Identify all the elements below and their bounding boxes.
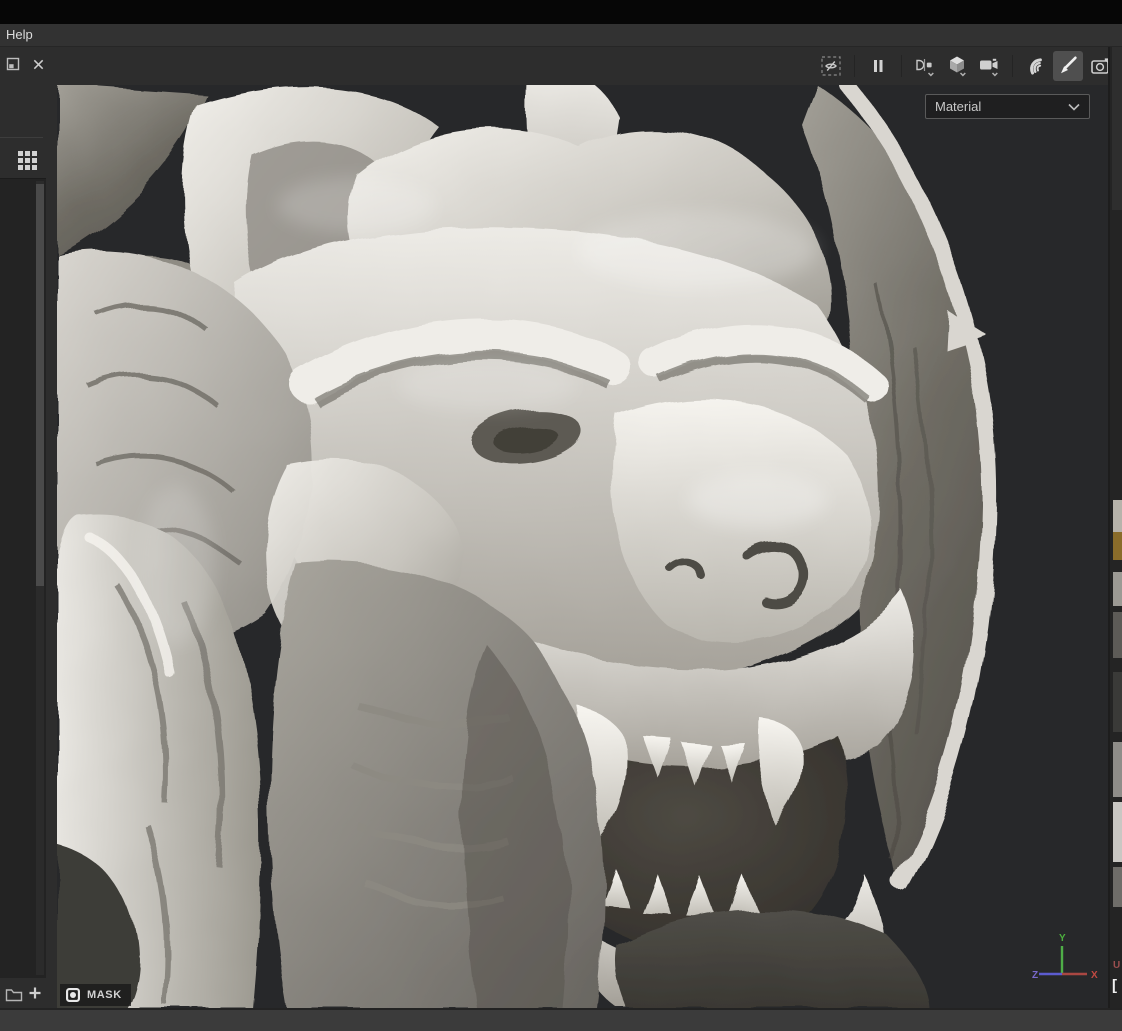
left-dock [0, 47, 57, 1008]
add-layer-icon [29, 987, 41, 999]
title-bar [0, 0, 1122, 24]
add-folder-icon [5, 988, 23, 1001]
paint-brush-icon [1061, 56, 1077, 74]
toolbar-separator [854, 55, 855, 77]
main-toolbar [57, 47, 1122, 85]
gizmo-z-label: Z [1032, 970, 1038, 981]
asset-thumbnail-sliver[interactable] [1113, 742, 1122, 797]
add-layer-button[interactable] [26, 984, 44, 1002]
right-panel-strip: U [ [1108, 47, 1122, 1008]
mask-icon [66, 988, 80, 1002]
asset-thumbnail-sliver[interactable] [1113, 867, 1122, 907]
uv-u-axis-label: U [1113, 960, 1121, 971]
menu-help[interactable]: Help [0, 24, 39, 46]
asset-thumbnail-sliver[interactable] [1113, 532, 1122, 560]
pause-engine-button[interactable] [863, 51, 893, 81]
gizmo-x-label: X [1091, 970, 1098, 981]
paint-brush-tool-button[interactable] [1053, 51, 1083, 81]
asset-thumbnail-sliver[interactable] [1113, 572, 1122, 606]
bottom-dock-bar [0, 1008, 1122, 1031]
viewport-3d[interactable]: Material MASK Y X Z [57, 85, 1108, 1008]
video-camera-icon [980, 58, 998, 77]
gizmo-y-label: Y [1059, 933, 1066, 944]
close-panel-button[interactable] [29, 55, 47, 73]
right-panel-header-sliver [1112, 47, 1122, 210]
camera-projection-dropdown[interactable] [942, 51, 972, 81]
shading-mode-value: Material [935, 99, 982, 114]
particles-tool-button[interactable] [1021, 51, 1051, 81]
mask-badge-label: MASK [87, 989, 122, 1001]
asset-thumbnail-sliver[interactable] [1113, 612, 1122, 658]
eye-off-dashed-icon [821, 56, 841, 76]
particles-swirl-icon [1030, 58, 1042, 75]
grid-view-icon [18, 151, 37, 170]
gargoyle-model-render [57, 85, 1108, 1008]
application-window: Help Material MASK Y X Z U [ [0, 0, 1122, 1031]
isolate-selection-toggle[interactable] [816, 51, 846, 81]
perspective-cube-icon [950, 56, 966, 77]
mask-channel-badge: MASK [60, 984, 131, 1006]
grid-view-button[interactable] [13, 146, 43, 176]
layers-panel [0, 178, 46, 978]
close-icon [33, 59, 43, 69]
layers-scrollbar[interactable] [36, 181, 44, 975]
shading-mode-dropdown[interactable]: Material [925, 94, 1090, 119]
axis-gizmo[interactable]: Y X Z [1032, 930, 1104, 992]
chevron-down-icon [1068, 103, 1080, 111]
dock-divider [0, 137, 43, 138]
view-layout-dropdown[interactable] [910, 51, 940, 81]
asset-thumbnail-sliver[interactable] [1113, 802, 1122, 862]
view-layout-icon [916, 59, 934, 77]
add-folder-button[interactable] [4, 985, 24, 1003]
toolbar-separator [1012, 55, 1013, 77]
toolbar-separator [901, 55, 902, 77]
asset-thumbnail-sliver[interactable] [1113, 672, 1122, 732]
camera-dropdown[interactable] [974, 51, 1004, 81]
bracket-glyph: [ [1112, 977, 1117, 994]
layers-scrollbar-thumb[interactable] [36, 184, 44, 586]
pause-icon [874, 60, 883, 72]
menu-bar: Help [0, 24, 1122, 47]
float-panel-button[interactable] [4, 55, 22, 73]
float-panel-icon [6, 57, 20, 71]
